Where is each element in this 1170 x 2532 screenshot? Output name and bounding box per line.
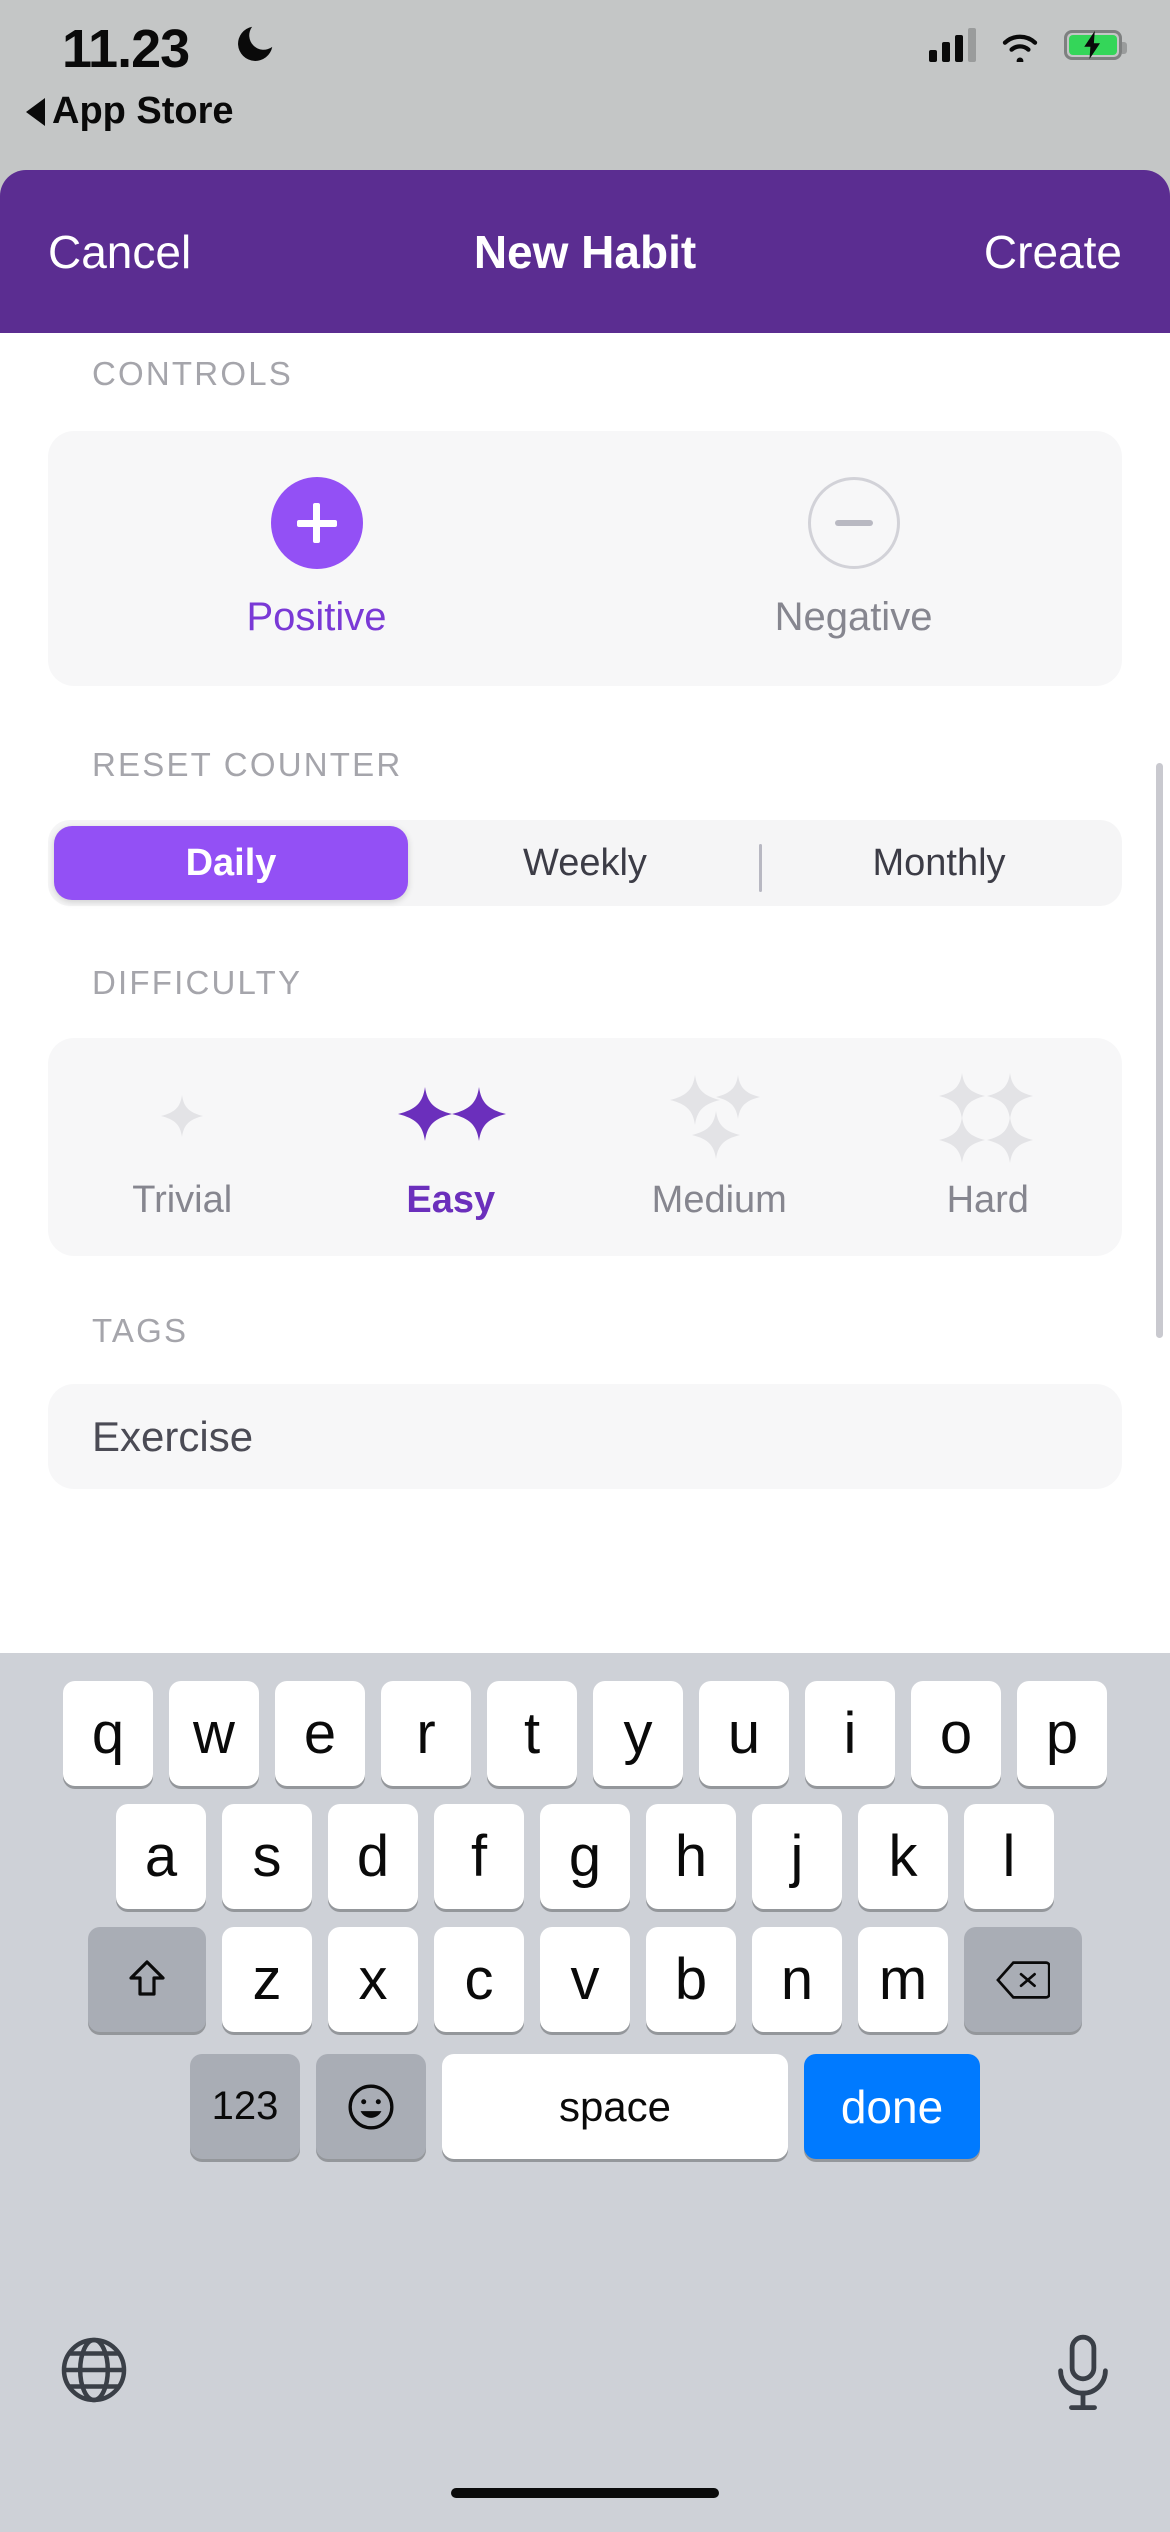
done-key[interactable]: done — [804, 2054, 980, 2159]
key-t[interactable]: t — [487, 1681, 577, 1786]
difficulty-label-easy: Easy — [406, 1178, 496, 1221]
vertical-scrollbar[interactable] — [1156, 763, 1163, 1338]
difficulty-option-trivial[interactable]: Trivial — [48, 1038, 317, 1256]
key-a[interactable]: a — [116, 1804, 206, 1909]
sparkle-icon-group-3 — [644, 1073, 794, 1161]
control-label-negative: Negative — [774, 595, 933, 639]
keyboard-row-4: 123 space done — [0, 2032, 1170, 2159]
battery-charging-icon — [1064, 30, 1127, 60]
key-h[interactable]: h — [646, 1804, 736, 1909]
key-u[interactable]: u — [699, 1681, 789, 1786]
back-label: App Store — [52, 90, 234, 132]
sparkle-icon-group-1 — [107, 1073, 257, 1161]
cancel-button[interactable]: Cancel — [48, 225, 191, 279]
shift-key[interactable] — [88, 1927, 206, 2032]
key-k[interactable]: k — [858, 1804, 948, 1909]
key-b[interactable]: b — [646, 1927, 736, 2032]
sparkle-icon-group-4 — [913, 1072, 1063, 1163]
key-z[interactable]: z — [222, 1927, 312, 2032]
emoji-key[interactable] — [316, 2054, 426, 2159]
keyboard-row-2: a s d f g h j k l — [0, 1786, 1170, 1909]
status-bar: 11.23 App Store — [0, 0, 1170, 170]
segment-daily[interactable]: Daily — [54, 826, 408, 900]
key-v[interactable]: v — [540, 1927, 630, 2032]
controls-section-header: CONTROLS — [92, 355, 293, 392]
difficulty-label-trivial: Trivial — [132, 1178, 233, 1221]
minus-circle-icon — [807, 477, 900, 569]
wifi-icon — [1002, 34, 1038, 62]
key-d[interactable]: d — [328, 1804, 418, 1909]
key-m[interactable]: m — [858, 1927, 948, 2032]
tags-value: Exercise — [92, 1412, 254, 1460]
key-i[interactable]: i — [805, 1681, 895, 1786]
reset-counter-section-header: RESET COUNTER — [92, 746, 403, 783]
key-c[interactable]: c — [434, 1927, 524, 2032]
navigation-bar: Cancel New Habit Create — [0, 170, 1170, 333]
home-indicator[interactable] — [451, 2488, 719, 2498]
key-s[interactable]: s — [222, 1804, 312, 1909]
keyboard-row-3: z x c v b n m — [0, 1909, 1170, 2032]
key-g[interactable]: g — [540, 1804, 630, 1909]
reset-counter-segmented-control: Daily Weekly Monthly — [48, 820, 1122, 906]
shift-up-arrow-icon — [129, 1959, 165, 1996]
back-to-app-store-link[interactable]: App Store — [26, 90, 234, 133]
difficulty-card: Trivial Easy Medium Hard — [48, 1038, 1122, 1256]
key-l[interactable]: l — [964, 1804, 1054, 1909]
key-q[interactable]: q — [63, 1681, 153, 1786]
key-n[interactable]: n — [752, 1927, 842, 2032]
difficulty-label-medium: Medium — [651, 1178, 787, 1221]
form-content: CONTROLS Positive Negative RESET COUNTER… — [0, 333, 1170, 1653]
difficulty-option-medium[interactable]: Medium — [585, 1038, 854, 1256]
smiley-emoji-icon — [348, 2084, 394, 2129]
segment-weekly[interactable]: Weekly — [408, 826, 762, 900]
status-time: 11.23 — [62, 19, 190, 79]
control-label-positive: Positive — [246, 595, 387, 639]
phone-screen: 11.23 App Store Cancel New Habit Create — [0, 0, 1170, 2532]
create-button[interactable]: Create — [984, 225, 1122, 279]
globe-language-icon[interactable] — [58, 2334, 130, 2406]
status-indicators — [929, 28, 1127, 62]
control-option-negative[interactable]: Negative — [585, 431, 1122, 686]
key-j[interactable]: j — [752, 1804, 842, 1909]
on-screen-keyboard: q w e r t y u i o p a s d f g h j k l z … — [0, 1653, 1170, 2532]
backspace-delete-icon — [996, 1960, 1050, 1999]
sparkle-icon-group-2 — [376, 1073, 526, 1161]
difficulty-label-hard: Hard — [946, 1178, 1029, 1221]
key-o[interactable]: o — [911, 1681, 1001, 1786]
difficulty-section-header: DIFFICULTY — [92, 964, 303, 1001]
back-triangle-icon — [26, 97, 45, 126]
backspace-key[interactable] — [964, 1927, 1082, 2032]
keyboard-row-1: q w e r t y u i o p — [0, 1653, 1170, 1786]
controls-card: Positive Negative — [48, 431, 1122, 686]
segment-weekly-label: Weekly — [523, 841, 647, 884]
difficulty-option-hard[interactable]: Hard — [854, 1038, 1123, 1256]
key-x[interactable]: x — [328, 1927, 418, 2032]
key-y[interactable]: y — [593, 1681, 683, 1786]
key-w[interactable]: w — [169, 1681, 259, 1786]
difficulty-option-easy[interactable]: Easy — [317, 1038, 586, 1256]
space-key[interactable]: space — [442, 2054, 788, 2159]
cellular-signal-icon — [929, 28, 976, 62]
key-r[interactable]: r — [381, 1681, 471, 1786]
keyboard-bottom-bar — [0, 2334, 1170, 2414]
segment-monthly[interactable]: Monthly — [762, 826, 1116, 900]
moon-icon — [238, 26, 273, 61]
tags-section-header: TAGS — [92, 1312, 189, 1349]
key-f[interactable]: f — [434, 1804, 524, 1909]
control-option-positive[interactable]: Positive — [48, 431, 585, 686]
plus-circle-icon — [270, 477, 363, 569]
tags-input[interactable]: Exercise — [48, 1384, 1122, 1489]
key-p[interactable]: p — [1017, 1681, 1107, 1786]
numbers-key[interactable]: 123 — [190, 2054, 300, 2159]
microphone-dictation-icon[interactable] — [1054, 2334, 1112, 2414]
key-e[interactable]: e — [275, 1681, 365, 1786]
